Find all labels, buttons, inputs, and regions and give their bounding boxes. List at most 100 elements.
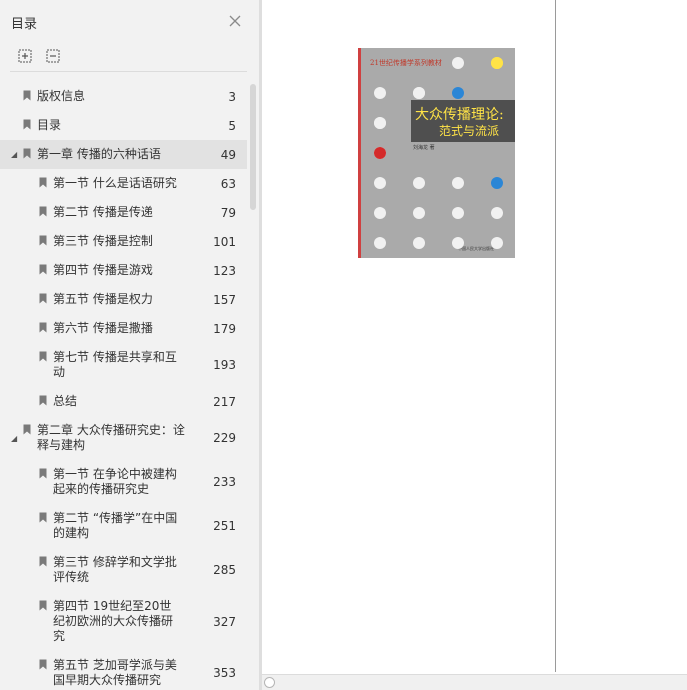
- toc-item-page: 157: [213, 292, 236, 307]
- toc-item-label: 第三节 传播是控制: [53, 234, 153, 248]
- bookmark-icon: [39, 351, 47, 362]
- toc-item-label: 版权信息: [37, 89, 86, 103]
- toc-item-page: 5: [228, 118, 236, 133]
- toc-item-label: 目录: [37, 118, 62, 132]
- toc-item[interactable]: ◢ 第二章 大众传播研究史：诠释与建构 229: [0, 416, 247, 460]
- collapse-all-icon[interactable]: [44, 47, 62, 65]
- cover-dot: [374, 117, 386, 129]
- toc-divider: [10, 71, 247, 72]
- bookmark-icon: [39, 264, 47, 275]
- toc-item-label: 第一节 什么是话语研究: [53, 176, 177, 190]
- toc-item-page: 3: [228, 89, 236, 104]
- cover-dot: [491, 207, 503, 219]
- bookmark-icon: [39, 177, 47, 188]
- cover-dot: [374, 147, 386, 159]
- cover-dot: [491, 57, 503, 69]
- bookmark-icon: [23, 90, 31, 101]
- bookmark-icon: [23, 424, 31, 435]
- page-edge: [555, 0, 556, 672]
- horizontal-scrollbar[interactable]: [262, 674, 687, 690]
- toc-item[interactable]: 第五节 芝加哥学派与美国早期大众传播研究 353: [0, 651, 247, 690]
- toc-header: 目录: [0, 0, 259, 42]
- toc-item-label: 第三节 修辞学和文学批评传统: [53, 555, 177, 584]
- toc-item[interactable]: 第七节 传播是共享和互动 193: [0, 343, 247, 387]
- cover-dot: [374, 207, 386, 219]
- toc-item-page: 193: [213, 358, 236, 372]
- expand-caret-icon[interactable]: ◢: [11, 434, 17, 443]
- toc-title: 目录: [11, 17, 38, 32]
- toc-item-page: 123: [213, 263, 236, 278]
- toc-item[interactable]: 第五节 传播是权力 157: [0, 285, 247, 314]
- cover-author: 刘海龙 著: [413, 145, 435, 151]
- toc-item-page: 353: [213, 666, 236, 680]
- document-view: 21世纪传播学系列教材 大众传播理论: 范式与流派 刘海龙 著 中国人民大学出版…: [262, 0, 687, 674]
- bookmark-icon: [39, 659, 47, 670]
- toc-item[interactable]: 第四节 传播是游戏 123: [0, 256, 247, 285]
- bookmark-icon: [39, 556, 47, 567]
- toc-item[interactable]: 第二节 “传播学”在中国的建构 251: [0, 504, 247, 548]
- cover-dot: [452, 57, 464, 69]
- toc-item-label: 第六节 传播是撒播: [53, 321, 153, 335]
- expand-caret-icon[interactable]: ◢: [11, 150, 17, 159]
- toc-item-label: 第二节 “传播学”在中国的建构: [53, 511, 178, 540]
- cover-dot: [374, 87, 386, 99]
- bookmark-icon: [39, 293, 47, 304]
- bookmark-icon: [39, 468, 47, 479]
- cover-dot: [491, 177, 503, 189]
- toc-item-page: 233: [213, 475, 236, 489]
- cover-dot: [413, 177, 425, 189]
- cover-subtitle: 范式与流派: [439, 124, 500, 138]
- toc-item[interactable]: 目录 5: [0, 111, 247, 140]
- cover-publisher: 中国人民大学出版社: [458, 246, 494, 251]
- cover-dot: [491, 237, 503, 249]
- toc-scrollbar[interactable]: [250, 84, 256, 210]
- cover-dot: [452, 207, 464, 219]
- bookmark-icon: [39, 322, 47, 333]
- toc-item[interactable]: ◢ 第一章 传播的六种话语 49: [0, 140, 247, 169]
- bookmark-icon: [39, 600, 47, 611]
- toc-item[interactable]: 总结 217: [0, 387, 247, 416]
- toc-item-label: 第二章 大众传播研究史：诠释与建构: [37, 423, 185, 452]
- toc-item[interactable]: 第一节 在争论中被建构起来的传播研究史 233: [0, 460, 247, 504]
- close-icon[interactable]: [226, 12, 244, 30]
- bookmark-icon: [39, 395, 47, 406]
- cover-dot: [374, 177, 386, 189]
- book-cover: 21世纪传播学系列教材 大众传播理论: 范式与流派 刘海龙 著 中国人民大学出版…: [358, 48, 515, 258]
- bookmark-icon: [39, 512, 47, 523]
- cover-title: 大众传播理论:: [415, 107, 504, 123]
- toc-item-page: 217: [213, 394, 236, 409]
- bookmark-icon: [23, 148, 31, 159]
- toc-item-page: 79: [220, 205, 236, 220]
- toc-item[interactable]: 版权信息 3: [0, 82, 247, 111]
- bookmark-icon: [39, 235, 47, 246]
- toc-item-page: 179: [213, 321, 236, 336]
- toc-item-label: 第二节 传播是传递: [53, 205, 153, 219]
- toc-item-label: 第一节 在争论中被建构起来的传播研究史: [53, 467, 177, 496]
- toc-item[interactable]: 第三节 传播是控制 101: [0, 227, 247, 256]
- toc-item[interactable]: 第六节 传播是撒播 179: [0, 314, 247, 343]
- toc-toolbar: [0, 42, 259, 72]
- toc-item[interactable]: 第二节 传播是传递 79: [0, 198, 247, 227]
- toc-panel: 目录 版权信息 3 目录 5 ◢ 第一章 传播的六种话语 49 第一节 什么是话语研究 63 第二…: [0, 0, 259, 690]
- toc-item-label: 第一章 传播的六种话语: [37, 147, 161, 161]
- cover-dot: [452, 87, 464, 99]
- toc-item-label: 第七节 传播是共享和互动: [53, 350, 177, 379]
- scroll-thumb[interactable]: [264, 677, 275, 688]
- toc-item-page: 49: [220, 147, 236, 162]
- cover-dot: [452, 237, 464, 249]
- cover-dot: [413, 87, 425, 99]
- toc-item-label: 总结: [53, 394, 78, 408]
- toc-item[interactable]: 第三节 修辞学和文学批评传统 285: [0, 548, 247, 592]
- cover-dot: [374, 237, 386, 249]
- expand-all-icon[interactable]: [16, 47, 34, 65]
- toc-item-page: 101: [213, 234, 236, 249]
- toc-item[interactable]: 第四节 19世纪至20世纪初欧洲的大众传播研究 327: [0, 592, 247, 651]
- toc-item-label: 第五节 芝加哥学派与美国早期大众传播研究: [53, 658, 177, 687]
- toc-item-page: 285: [213, 563, 236, 577]
- toc-item-label: 第四节 传播是游戏: [53, 263, 153, 277]
- toc-item-page: 63: [220, 176, 236, 191]
- cover-dot: [413, 207, 425, 219]
- toc-item-label: 第五节 传播是权力: [53, 292, 153, 306]
- toc-item[interactable]: 第一节 什么是话语研究 63: [0, 169, 247, 198]
- toc-item-page: 327: [213, 614, 236, 629]
